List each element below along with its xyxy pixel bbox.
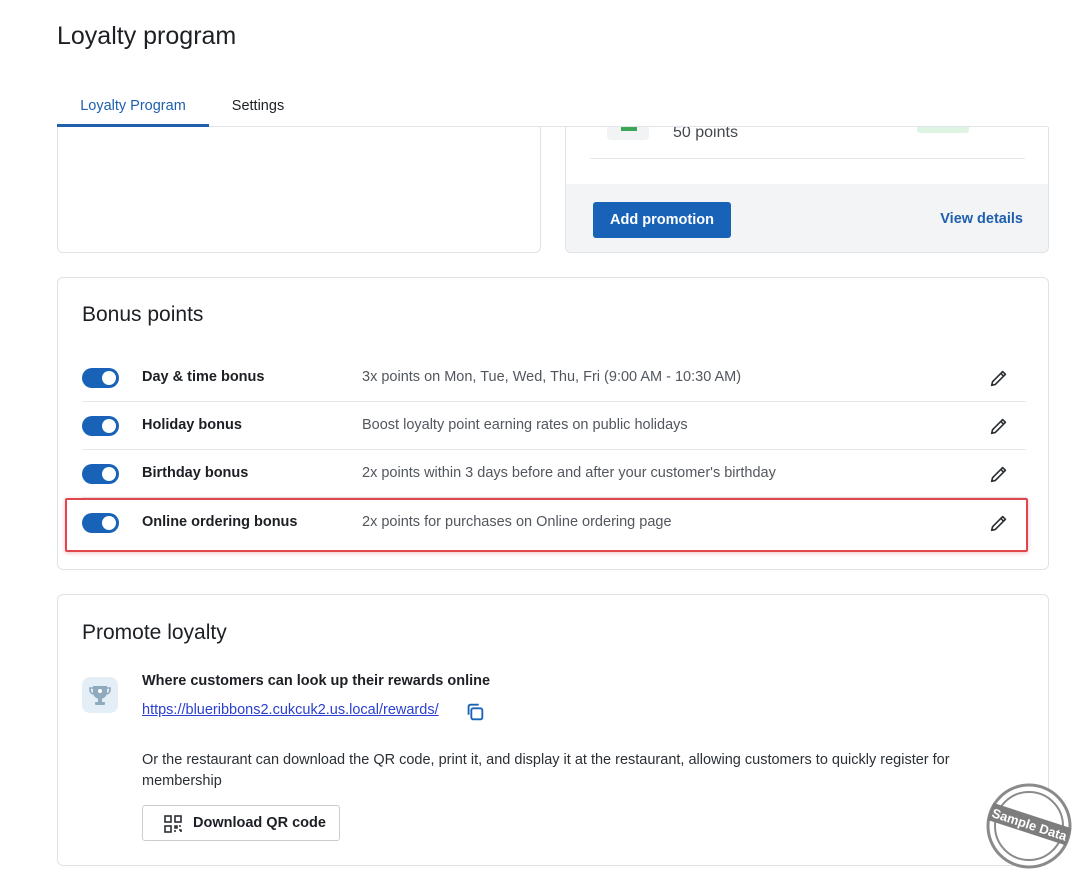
lookup-title: Where customers can look up their reward… [142, 673, 491, 689]
sample-data-stamp: Sample Data [986, 783, 1072, 869]
bonus-name: Holiday bonus [142, 417, 242, 433]
day-time-bonus-toggle[interactable] [82, 368, 119, 388]
bonus-name: Day & time bonus [142, 369, 265, 385]
bonus-row-day-time: Day & time bonus 3x points on Mon, Tue, … [82, 354, 1026, 402]
bonus-name: Birthday bonus [142, 465, 249, 481]
copy-icon[interactable] [464, 701, 486, 723]
birthday-bonus-toggle[interactable] [82, 464, 119, 484]
promote-loyalty-card: Promote loyalty Where customers can look… [57, 594, 1049, 866]
trophy-icon [82, 677, 118, 713]
rewards-url-link[interactable]: https://blueribbons2.cukcuk2.us.local/re… [142, 702, 439, 718]
bonus-row-birthday: Birthday bonus 2x points within 3 days b… [82, 450, 1026, 498]
pencil-icon[interactable] [988, 463, 1010, 485]
section-title: Promote loyalty [82, 621, 227, 644]
status-badge [917, 127, 969, 133]
download-qr-button[interactable]: Download QR code [142, 805, 340, 841]
bonus-description: 2x points within 3 days before and after… [362, 465, 776, 481]
qr-code-icon [164, 815, 182, 833]
tab-bar: Loyalty Program Settings [57, 90, 1048, 127]
highlight-box [65, 498, 1028, 552]
view-details-link[interactable]: View details [940, 211, 1023, 227]
tab-loyalty-program[interactable]: Loyalty Program [57, 90, 209, 127]
holiday-bonus-toggle[interactable] [82, 416, 119, 436]
promotion-card: 50 points Add promotion View details [565, 127, 1049, 253]
download-qr-label: Download QR code [193, 815, 326, 831]
bonus-row-holiday: Holiday bonus Boost loyalty point earnin… [82, 402, 1026, 450]
page-title: Loyalty program [57, 22, 237, 50]
divider [590, 158, 1025, 159]
promotion-points: 50 points [673, 127, 738, 141]
section-title: Bonus points [82, 303, 204, 326]
tab-settings[interactable]: Settings [222, 90, 294, 127]
bonus-description: 3x points on Mon, Tue, Wed, Thu, Fri (9:… [362, 369, 742, 385]
promotion-image [607, 127, 649, 140]
qr-description: Or the restaurant can download the QR co… [142, 752, 950, 789]
overview-card [57, 127, 541, 253]
promotion-footer: Add promotion View details [566, 184, 1048, 252]
bonus-description: Boost loyalty point earning rates on pub… [362, 417, 688, 433]
add-promotion-button[interactable]: Add promotion [593, 202, 731, 238]
pencil-icon[interactable] [988, 367, 1010, 389]
pencil-icon[interactable] [988, 415, 1010, 437]
